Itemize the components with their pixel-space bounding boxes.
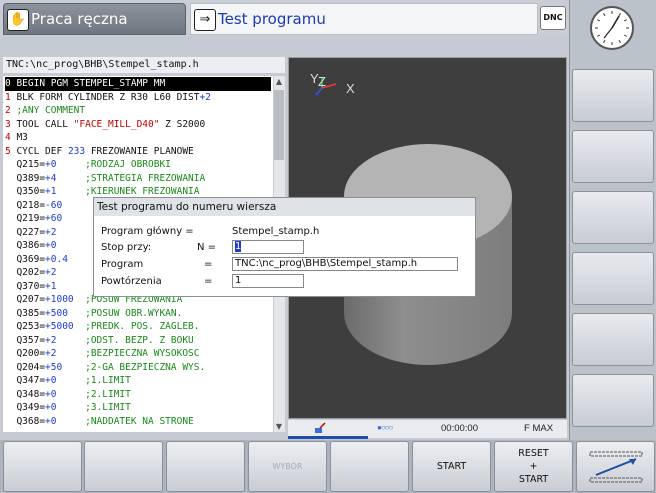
right-softkey-2[interactable]: [572, 130, 654, 183]
repeat-label: Powtórzenia: [101, 276, 162, 287]
line-code: Q350=+1 ;KIERUNEK FREZOWANIA: [5, 186, 200, 197]
reset-start-softkey[interactable]: RESET + START: [494, 441, 573, 492]
program-line[interactable]: 2 ;ANY COMMENT: [5, 104, 271, 118]
program-line[interactable]: Q348=+0 ;2.LIMIT: [5, 388, 271, 402]
right-softkey-5[interactable]: [572, 313, 654, 366]
line-code: Q204=+50 ;2-GA BEZPIECZNA WYS.: [5, 361, 206, 373]
line-code: Q202=+2: [5, 267, 57, 278]
line-code: Q219=+60: [5, 213, 63, 224]
reset-start-line3: START: [518, 474, 549, 485]
program-line[interactable]: Q385=+500 ;POSUW OBR.WYKAN.: [5, 307, 271, 321]
program-line[interactable]: 4 M3: [5, 131, 271, 145]
program-label: Program: [101, 259, 144, 270]
line-code: Q200=+2 ;BEZPIECZNA WYSOKOSC: [5, 348, 200, 359]
mode-manual-tab[interactable]: ✋ Praca ręczna: [3, 3, 186, 35]
line-code: Q386=+0: [5, 240, 57, 251]
right-softkey-1[interactable]: [572, 69, 654, 122]
repeat-input[interactable]: 1: [232, 274, 304, 288]
softkey-5[interactable]: [330, 441, 409, 492]
softkey-2[interactable]: [84, 441, 163, 492]
line-code: TOOL CALL "FACE_MILL_D40" Z S2000: [10, 118, 206, 130]
line-code: Q385=+500 ;POSUW OBR.WYKAN.: [5, 307, 183, 319]
speed-softkey[interactable]: [576, 441, 655, 492]
line-code: Q253=+5000 ;PREDK. POS. ZAGLEB.: [5, 321, 200, 332]
program-path-input[interactable]: TNC:\nc_prog\BHB\Stempel_stamp.h: [232, 257, 458, 271]
line-code: BLK FORM CYLINDER Z R30 L60 DIST+2: [10, 91, 211, 103]
mode-test-tab[interactable]: ⇒ Test programu: [190, 3, 538, 35]
line-code: Q369=+0.4: [5, 253, 68, 265]
program-line[interactable]: Q368=+0 ;NADDATEK NA STRONE: [5, 415, 271, 429]
line-code: Q347=+0 ;1.LIMIT: [5, 375, 131, 386]
feed-speed-icon: [589, 451, 642, 482]
reset-start-line1: RESET: [518, 448, 549, 459]
line-code: Q389=+4 ;STRATEGIA FREZOWANIA: [5, 172, 206, 184]
program-line[interactable]: Q204=+50 ;2-GA BEZPIECZNA WYS.: [5, 361, 271, 375]
scrollbar-thumb[interactable]: [274, 90, 284, 160]
select-softkey[interactable]: WYBÓR: [248, 441, 327, 492]
line-code: Q368=+0 ;NADDATEK NA STRONE: [5, 415, 194, 427]
line-code: CYCL DEF 233 FREZOWANIE PLANOWE: [10, 145, 194, 157]
feed-value: F MAX: [524, 423, 554, 434]
line-code: M3: [10, 132, 28, 143]
program-line[interactable]: Q200=+2 ;BEZPIECZNA WYSOKOSC: [5, 347, 271, 361]
clock-icon[interactable]: [590, 6, 634, 50]
tool-icon: [314, 422, 326, 437]
main-program-label: Program główny =: [101, 226, 194, 237]
scroll-down-icon[interactable]: ▼: [273, 421, 285, 433]
program-line[interactable]: 3 TOOL CALL "FACE_MILL_D40" Z S2000: [5, 118, 271, 132]
mode-test-label: Test programu: [218, 10, 326, 28]
reset-start-line2: +: [529, 461, 538, 472]
line-code: ;ANY COMMENT: [10, 105, 86, 116]
line-code: Q348=+0 ;2.LIMIT: [5, 388, 131, 400]
dnc-button[interactable]: DNC: [540, 6, 566, 30]
axis-x-label: X: [346, 81, 355, 96]
line-code: BEGIN PGM STEMPEL_STAMP MM: [10, 78, 166, 89]
line-code: Q215=+0 ;RODZAJ OBROBKI: [5, 159, 171, 170]
right-softkey-6[interactable]: [572, 374, 654, 427]
progress-indicator: [288, 436, 368, 439]
repeat-eq: =: [204, 276, 213, 287]
arrow-right-icon: ⇒: [194, 9, 216, 31]
main-program-value: Stempel_stamp.h: [232, 226, 320, 237]
line-code: Q349=+0 ;3.LIMIT: [5, 402, 131, 413]
file-path: TNC:\nc_prog\BHB\Stempel_stamp.h: [3, 57, 285, 73]
line-code: Q370=+1: [5, 280, 57, 292]
program-eq: =: [204, 259, 213, 270]
program-line[interactable]: 0 BEGIN PGM STEMPEL_STAMP MM: [5, 77, 271, 91]
softkey-1[interactable]: [3, 441, 82, 492]
right-softkey-3[interactable]: [572, 191, 654, 244]
speed-dots: ●○○○: [377, 423, 393, 432]
program-line[interactable]: Q347=+0 ;1.LIMIT: [5, 374, 271, 388]
mode-bar: ✋ Praca ręczna ⇒ Test programu: [0, 0, 568, 36]
axis-z-line: [315, 87, 323, 96]
program-line[interactable]: 1 BLK FORM CYLINDER Z R30 L60 DIST+2: [5, 91, 271, 105]
program-line[interactable]: Q253=+5000 ;PREDK. POS. ZAGLEB.: [5, 320, 271, 334]
dialog-title: Test programu do numeru wiersza: [94, 198, 475, 216]
block-number-input[interactable]: 1: [232, 240, 304, 254]
program-line[interactable]: Q215=+0 ;RODZAJ OBROBKI: [5, 158, 271, 172]
hand-icon: ✋: [7, 9, 29, 31]
program-line[interactable]: 5 CYCL DEF 233 FREZOWANIE PLANOWE: [5, 145, 271, 159]
program-line[interactable]: Q349=+0 ;3.LIMIT: [5, 401, 271, 415]
program-line[interactable]: Q389=+4 ;STRATEGIA FREZOWANIA: [5, 172, 271, 186]
test-to-block-dialog: Test programu do numeru wiersza Program …: [93, 197, 476, 297]
block-number-value: 1: [235, 241, 242, 252]
line-code: Q227=+2: [5, 226, 57, 238]
n-label: N =: [197, 242, 217, 253]
line-code: Q357=+2 ;ODST. BEZP. Z BOKU: [5, 334, 194, 346]
line-code: Q218=-60: [5, 199, 63, 211]
program-line[interactable]: Q357=+2 ;ODST. BEZP. Z BOKU: [5, 334, 271, 348]
softkey-3[interactable]: [166, 441, 245, 492]
stop-label: Stop przy:: [101, 242, 152, 253]
mode-manual-label: Praca ręczna: [31, 10, 128, 28]
start-softkey[interactable]: START: [412, 441, 491, 492]
right-softkey-4[interactable]: [572, 252, 654, 305]
run-time: 00:00:00: [441, 423, 478, 434]
axis-z-label: Z: [318, 74, 326, 89]
scroll-up-icon[interactable]: ▲: [273, 76, 285, 88]
